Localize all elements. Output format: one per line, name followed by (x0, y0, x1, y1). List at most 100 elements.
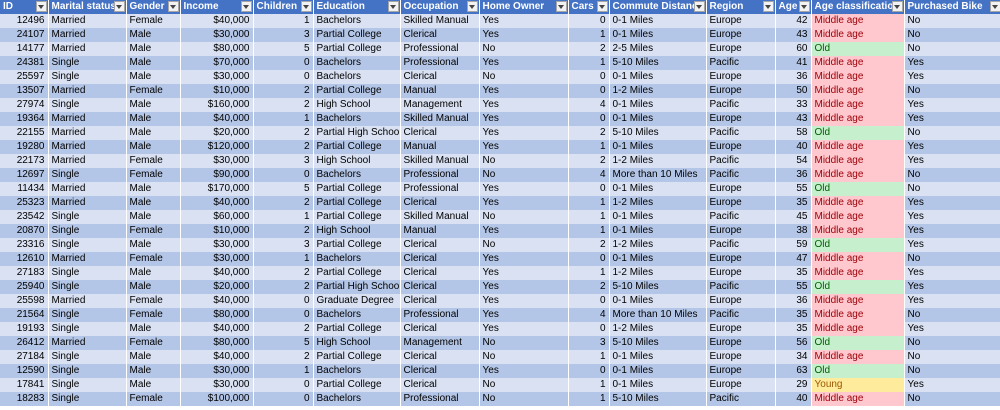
cell-education[interactable]: Bachelors (313, 112, 401, 126)
cell-region[interactable]: Pacific (706, 98, 776, 112)
cell-gender[interactable]: Male (126, 364, 181, 378)
cell-purchased[interactable]: No (904, 336, 1000, 350)
cell-commute[interactable]: 0-1 Miles (609, 70, 707, 84)
cell-age_class[interactable]: Middle age (811, 98, 905, 112)
cell-marital[interactable]: Single (48, 322, 127, 336)
cell-id[interactable]: 17841 (0, 378, 49, 392)
cell-age_class[interactable]: Middle age (811, 168, 905, 182)
cell-commute[interactable]: 0-1 Miles (609, 112, 707, 126)
cell-purchased[interactable]: No (904, 126, 1000, 140)
cell-gender[interactable]: Female (126, 308, 181, 322)
cell-region[interactable]: Pacific (706, 280, 776, 294)
filter-dropdown-icon[interactable] (466, 1, 478, 12)
cell-age[interactable]: 50 (775, 84, 812, 98)
cell-age[interactable]: 45 (775, 210, 812, 224)
cell-education[interactable]: High School (313, 154, 401, 168)
cell-marital[interactable]: Married (48, 28, 127, 42)
cell-home_owner[interactable]: Yes (479, 322, 569, 336)
cell-occupation[interactable]: Clerical (400, 364, 480, 378)
cell-occupation[interactable]: Professional (400, 182, 480, 196)
cell-children[interactable]: 1 (253, 252, 314, 266)
cell-gender[interactable]: Female (126, 392, 181, 406)
cell-home_owner[interactable]: No (479, 350, 569, 364)
cell-commute[interactable]: 0-1 Miles (609, 182, 707, 196)
cell-education[interactable]: Bachelors (313, 168, 401, 182)
cell-id[interactable]: 23316 (0, 238, 49, 252)
cell-gender[interactable]: Male (126, 322, 181, 336)
cell-region[interactable]: Europe (706, 182, 776, 196)
cell-cars[interactable]: 0 (568, 364, 610, 378)
cell-occupation[interactable]: Manual (400, 224, 480, 238)
cell-marital[interactable]: Married (48, 294, 127, 308)
cell-age[interactable]: 35 (775, 322, 812, 336)
cell-education[interactable]: Partial College (313, 196, 401, 210)
column-header-occupation[interactable]: Occupation (400, 0, 480, 14)
cell-commute[interactable]: 5-10 Miles (609, 126, 707, 140)
cell-occupation[interactable]: Clerical (400, 196, 480, 210)
cell-commute[interactable]: More than 10 Miles (609, 308, 707, 322)
cell-income[interactable]: $30,000 (180, 252, 254, 266)
cell-marital[interactable]: Single (48, 280, 127, 294)
cell-id[interactable]: 19193 (0, 322, 49, 336)
cell-cars[interactable]: 1 (568, 378, 610, 392)
cell-age[interactable]: 55 (775, 182, 812, 196)
cell-marital[interactable]: Married (48, 154, 127, 168)
cell-home_owner[interactable]: No (479, 168, 569, 182)
cell-children[interactable]: 3 (253, 28, 314, 42)
cell-commute[interactable]: 0-1 Miles (609, 28, 707, 42)
cell-purchased[interactable]: Yes (904, 154, 1000, 168)
cell-commute[interactable]: 1-2 Miles (609, 238, 707, 252)
cell-children[interactable]: 1 (253, 14, 314, 28)
cell-marital[interactable]: Married (48, 112, 127, 126)
cell-income[interactable]: $40,000 (180, 350, 254, 364)
cell-home_owner[interactable]: No (479, 42, 569, 56)
cell-occupation[interactable]: Professional (400, 56, 480, 70)
cell-marital[interactable]: Single (48, 56, 127, 70)
cell-cars[interactable]: 1 (568, 210, 610, 224)
cell-home_owner[interactable]: Yes (479, 364, 569, 378)
cell-occupation[interactable]: Manual (400, 140, 480, 154)
cell-children[interactable]: 0 (253, 378, 314, 392)
cell-income[interactable]: $60,000 (180, 210, 254, 224)
filter-dropdown-icon[interactable] (387, 1, 399, 12)
cell-home_owner[interactable]: Yes (479, 84, 569, 98)
cell-children[interactable]: 2 (253, 280, 314, 294)
cell-purchased[interactable]: No (904, 364, 1000, 378)
column-header-education[interactable]: Education (313, 0, 401, 14)
cell-purchased[interactable]: Yes (904, 70, 1000, 84)
cell-age[interactable]: 35 (775, 196, 812, 210)
cell-commute[interactable]: 0-1 Miles (609, 210, 707, 224)
cell-children[interactable]: 0 (253, 392, 314, 406)
cell-home_owner[interactable]: Yes (479, 294, 569, 308)
filter-dropdown-icon[interactable] (798, 1, 810, 12)
cell-id[interactable]: 11434 (0, 182, 49, 196)
cell-region[interactable]: Europe (706, 224, 776, 238)
cell-home_owner[interactable]: No (479, 336, 569, 350)
cell-income[interactable]: $10,000 (180, 84, 254, 98)
cell-age_class[interactable]: Old (811, 336, 905, 350)
cell-income[interactable]: $30,000 (180, 238, 254, 252)
cell-children[interactable]: 2 (253, 350, 314, 364)
cell-marital[interactable]: Married (48, 140, 127, 154)
cell-home_owner[interactable]: Yes (479, 196, 569, 210)
cell-age[interactable]: 63 (775, 364, 812, 378)
cell-education[interactable]: Graduate Degree (313, 294, 401, 308)
cell-age[interactable]: 47 (775, 252, 812, 266)
cell-income[interactable]: $80,000 (180, 42, 254, 56)
cell-marital[interactable]: Married (48, 42, 127, 56)
cell-age[interactable]: 36 (775, 70, 812, 84)
cell-age_class[interactable]: Old (811, 364, 905, 378)
cell-children[interactable]: 0 (253, 294, 314, 308)
cell-age[interactable]: 36 (775, 168, 812, 182)
cell-home_owner[interactable]: Yes (479, 98, 569, 112)
cell-id[interactable]: 22155 (0, 126, 49, 140)
cell-children[interactable]: 2 (253, 126, 314, 140)
cell-purchased[interactable]: Yes (904, 224, 1000, 238)
filter-dropdown-icon[interactable] (693, 1, 705, 12)
cell-age[interactable]: 42 (775, 14, 812, 28)
cell-id[interactable]: 26412 (0, 336, 49, 350)
cell-income[interactable]: $90,000 (180, 168, 254, 182)
cell-commute[interactable]: 0-1 Miles (609, 98, 707, 112)
cell-marital[interactable]: Single (48, 224, 127, 238)
cell-commute[interactable]: More than 10 Miles (609, 168, 707, 182)
